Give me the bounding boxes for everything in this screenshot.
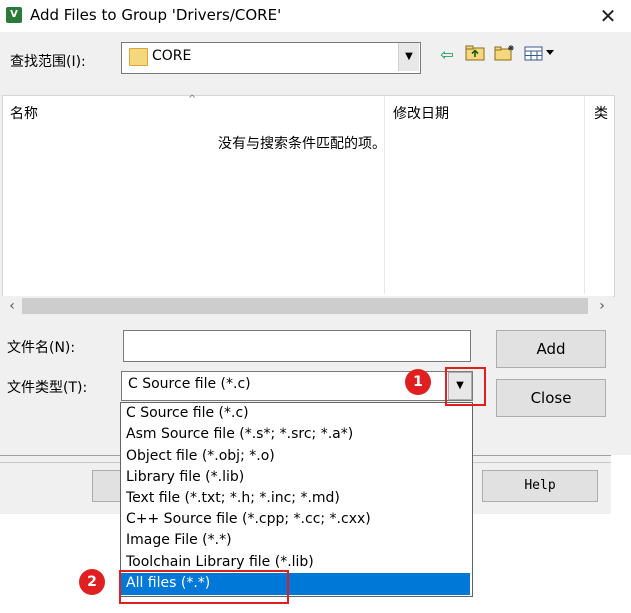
scroll-right-icon[interactable]: ›: [594, 296, 610, 316]
view-menu-icon[interactable]: [522, 44, 558, 66]
close-window-icon[interactable]: ✕: [594, 2, 622, 30]
dialog-title: Add Files to Group 'Drivers/CORE': [30, 6, 282, 24]
file-type-label: 文件类型(T):: [7, 380, 88, 396]
dropdown-option[interactable]: Image File (*.*): [126, 530, 466, 551]
dropdown-option[interactable]: Text file (*.txt; *.h; *.inc; *.md): [126, 488, 466, 509]
dropdown-option[interactable]: Object file (*.obj; *.o): [126, 446, 466, 467]
step-badge-2: 2: [79, 569, 105, 595]
keil-uvision-icon: V: [6, 7, 22, 23]
column-divider: [584, 96, 585, 294]
sort-ascending-icon: ^: [188, 94, 197, 105]
chevron-down-icon[interactable]: ▼: [398, 43, 419, 71]
dropdown-option[interactable]: Library file (*.lib): [126, 467, 466, 488]
new-folder-icon[interactable]: [493, 44, 517, 66]
scroll-left-icon[interactable]: ‹: [4, 296, 20, 316]
file-list[interactable]: [2, 95, 615, 297]
column-header-name[interactable]: 名称: [10, 103, 38, 123]
file-name-label: 文件名(N):: [7, 340, 76, 356]
scrollbar-thumb[interactable]: [22, 298, 588, 314]
callout-box-all-files: [119, 570, 289, 604]
add-button[interactable]: Add: [496, 330, 606, 368]
column-divider: [384, 96, 385, 294]
column-header-type[interactable]: 类: [594, 103, 611, 123]
dropdown-option[interactable]: Asm Source file (*.s*; *.src; *.a*): [126, 424, 466, 445]
file-name-input[interactable]: [123, 330, 471, 362]
back-arrow-icon[interactable]: ⇦: [437, 44, 457, 66]
callout-box-dropdown: [445, 367, 486, 406]
dropdown-option[interactable]: C Source file (*.c): [126, 403, 466, 424]
close-button[interactable]: Close: [496, 379, 606, 417]
empty-list-message: 没有与搜索条件匹配的项。: [218, 136, 386, 152]
folder-icon: [129, 48, 148, 66]
up-folder-icon[interactable]: [464, 44, 486, 66]
file-type-value: C Source file (*.c): [128, 376, 251, 392]
background-help-button[interactable]: Help: [482, 470, 598, 502]
step-badge-1: 1: [405, 369, 431, 395]
dropdown-option[interactable]: C++ Source file (*.cpp; *.cc; *.cxx): [126, 509, 466, 530]
look-in-value: CORE: [152, 48, 192, 64]
column-header-modified[interactable]: 修改日期: [393, 103, 449, 123]
look-in-label: 查找范围(I):: [10, 54, 86, 70]
